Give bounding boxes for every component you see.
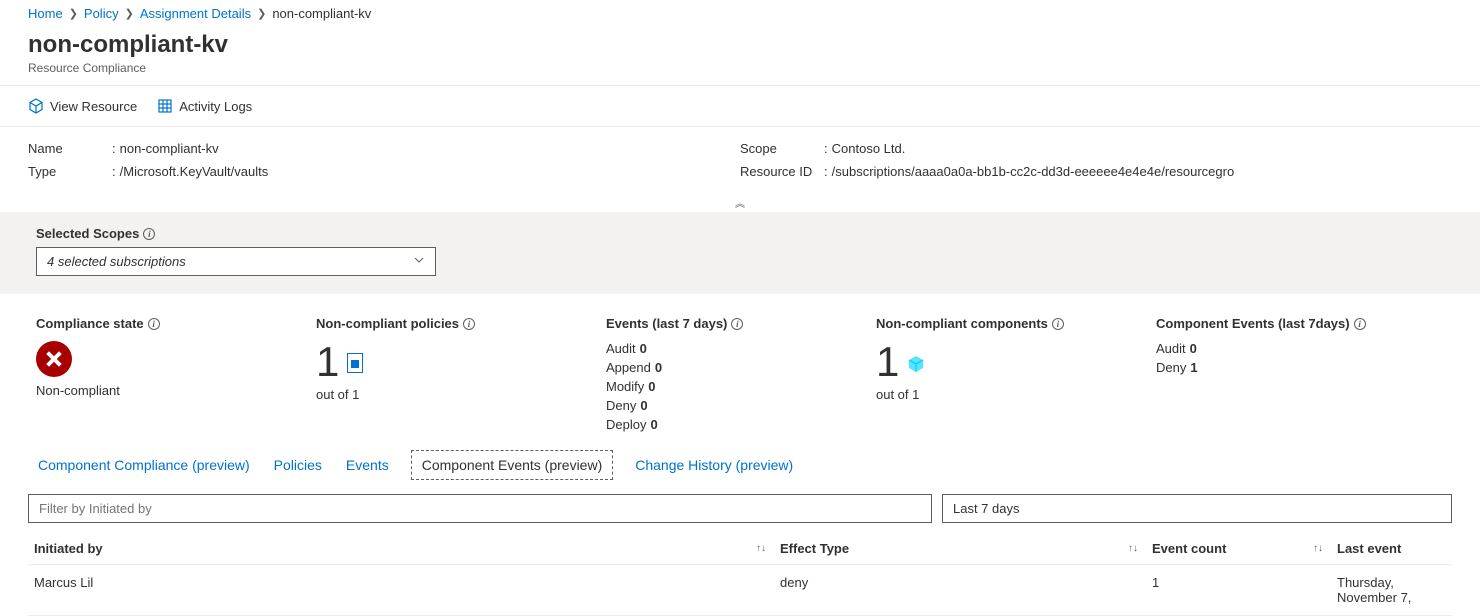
header-effect-type[interactable]: Effect Type — [780, 541, 849, 556]
selected-scopes-label: Selected Scopes — [36, 226, 139, 241]
event-line: Deploy0 — [606, 417, 866, 432]
cell-event-count: 1 — [1152, 575, 1337, 605]
breadcrumb: Home ❯ Policy ❯ Assignment Details ❯ non… — [0, 0, 1480, 27]
event-line: Audit0 — [1156, 341, 1416, 356]
event-line: Deny1 — [1156, 360, 1416, 375]
type-label: Type — [28, 164, 108, 179]
header-initiated-by[interactable]: Initiated by — [34, 541, 103, 556]
events-stat: Events (last 7 days) i Audit0 Append0 Modi… — [606, 316, 866, 436]
noncompliant-components-count: 1 — [876, 341, 899, 383]
time-range-dropdown[interactable]: Last 7 days — [942, 494, 1452, 523]
name-label: Name — [28, 141, 108, 156]
info-icon[interactable]: i — [1052, 318, 1064, 330]
events-title: Events (last 7 days) — [606, 316, 727, 331]
chevron-right-icon: ❯ — [257, 7, 266, 20]
info-icon[interactable]: i — [148, 318, 160, 330]
breadcrumb-link-home[interactable]: Home — [28, 6, 63, 21]
noncompliant-policies-count: 1 — [316, 341, 339, 383]
name-value: non-compliant-kv — [120, 141, 219, 156]
policy-icon — [347, 353, 363, 373]
noncompliant-components-sub: out of 1 — [876, 387, 1146, 402]
page-subtitle: Resource Compliance — [28, 61, 1452, 75]
filter-initiated-by-input[interactable] — [28, 494, 932, 523]
table-row[interactable]: Marcus Lildeny1Thursday, November 7, — [28, 565, 1452, 616]
tab-component-events-preview-[interactable]: Component Events (preview) — [411, 450, 614, 480]
grid-icon — [157, 98, 173, 114]
chevron-down-icon — [413, 254, 425, 269]
type-value: /Microsoft.KeyVault/vaults — [120, 164, 269, 179]
selected-scopes-value: 4 selected subscriptions — [47, 254, 186, 269]
page-title: non-compliant-kv — [28, 31, 1452, 59]
info-icon[interactable]: i — [143, 228, 155, 240]
sort-icon[interactable]: ↑↓ — [1128, 543, 1138, 554]
compliance-state-value: Non-compliant — [36, 383, 306, 398]
tabs: Component Compliance (preview) Policies Ev… — [0, 450, 1480, 480]
noncompliant-policies-sub: out of 1 — [316, 387, 596, 402]
info-icon[interactable]: i — [463, 318, 475, 330]
breadcrumb-link-policy[interactable]: Policy — [84, 6, 119, 21]
collapse-caret-icon[interactable]: ︽ — [0, 193, 1480, 212]
activity-logs-label: Activity Logs — [179, 99, 252, 114]
header-last-event[interactable]: Last event — [1337, 541, 1401, 556]
view-resource-button[interactable]: View Resource — [28, 94, 137, 118]
header-event-count[interactable]: Event count — [1152, 541, 1226, 556]
chevron-right-icon: ❯ — [125, 7, 134, 20]
table-header: Initiated by ↑↓ Effect Type ↑↓ Event cou… — [28, 533, 1452, 565]
noncompliant-components-title: Non-compliant components — [876, 316, 1048, 331]
compliance-state-stat: Compliance state i Non-compliant — [36, 316, 306, 436]
chevron-right-icon: ❯ — [69, 7, 78, 20]
event-line: Modify0 — [606, 379, 866, 394]
component-events-title: Component Events (last 7days) — [1156, 316, 1350, 331]
cell-initiated-by: Marcus Lil — [28, 575, 780, 605]
sort-icon[interactable]: ↑↓ — [1313, 543, 1323, 554]
resource-id-value: /subscriptions/aaaa0a0a-bb1b-cc2c-dd3d-e… — [832, 164, 1235, 179]
event-line: Deny0 — [606, 398, 866, 413]
tab-policies[interactable]: Policies — [272, 450, 324, 480]
scope-value: Contoso Ltd. — [832, 141, 906, 156]
cell-effect-type: deny — [780, 575, 1152, 605]
error-icon — [36, 341, 72, 377]
tab-change-history-preview-[interactable]: Change History (preview) — [633, 450, 795, 480]
event-line: Audit0 — [606, 341, 866, 356]
resource-id-label: Resource ID — [740, 164, 820, 179]
breadcrumb-link-assignment-details[interactable]: Assignment Details — [140, 6, 251, 21]
noncompliant-policies-stat: Non-compliant policies i 1 out of 1 — [316, 316, 596, 436]
tab-component-compliance-preview-[interactable]: Component Compliance (preview) — [36, 450, 252, 480]
scope-label: Scope — [740, 141, 820, 156]
breadcrumb-current: non-compliant-kv — [272, 6, 371, 21]
event-line: Append0 — [606, 360, 866, 375]
activity-logs-button[interactable]: Activity Logs — [157, 94, 252, 118]
info-icon[interactable]: i — [1354, 318, 1366, 330]
cell-last-event: Thursday, November 7, — [1337, 575, 1452, 605]
view-resource-label: View Resource — [50, 99, 137, 114]
component-events-stat: Component Events (last 7days) i Audit0 De… — [1156, 316, 1416, 436]
sort-icon[interactable]: ↑↓ — [756, 543, 766, 554]
cube-icon — [907, 355, 925, 373]
info-icon[interactable]: i — [731, 318, 743, 330]
compliance-state-title: Compliance state — [36, 316, 144, 331]
noncompliant-components-stat: Non-compliant components i 1 out of 1 — [876, 316, 1146, 436]
tab-events[interactable]: Events — [344, 450, 391, 480]
selected-scopes-dropdown[interactable]: 4 selected subscriptions — [36, 247, 436, 276]
noncompliant-policies-title: Non-compliant policies — [316, 316, 459, 331]
cube-icon — [28, 98, 44, 114]
